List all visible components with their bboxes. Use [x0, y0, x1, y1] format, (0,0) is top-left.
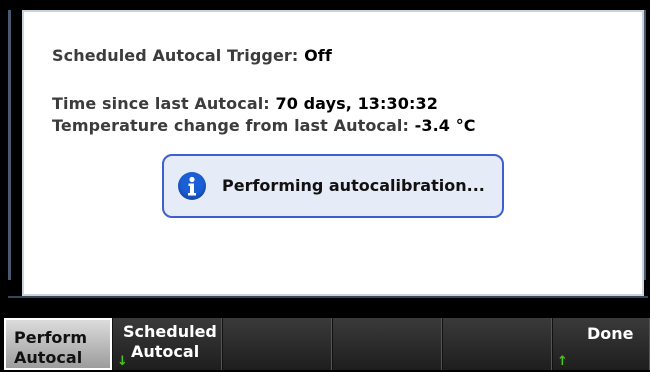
temperature-change-line: Temperature change from last Autocal: -3… [52, 116, 476, 135]
frame-bottom-edge [8, 296, 648, 298]
scheduled-trigger-label: Scheduled Autocal Trigger: [52, 46, 299, 65]
info-icon [178, 172, 206, 200]
time-since-line: Time since last Autocal: 70 days, 13:30:… [52, 94, 438, 113]
softkey-label-line2: Autocal [14, 348, 83, 367]
status-message-box: Performing autocalibration... [162, 154, 504, 218]
softkey-label-line1: Perform [14, 328, 87, 347]
frame-left-edge [8, 10, 11, 280]
temperature-change-value: -3.4 °C [414, 116, 476, 135]
scheduled-autocal-softkey[interactable]: Scheduled ↓ Autocal [112, 318, 222, 370]
time-since-value: 70 days, 13:30:32 [275, 94, 438, 113]
frame-right-edge [644, 10, 646, 280]
perform-autocal-softkey[interactable]: Perform Autocal [4, 318, 112, 370]
softkey-4[interactable] [332, 318, 442, 370]
time-since-label: Time since last Autocal: [52, 94, 270, 113]
softkey-bar: Perform Autocal Scheduled ↓ Autocal Done… [0, 318, 650, 370]
softkey-5[interactable] [442, 318, 552, 370]
back-up-arrow-icon: ↑ [557, 354, 568, 369]
status-message: Performing autocalibration... [222, 176, 485, 195]
softkey-label-line2: Autocal [131, 342, 200, 361]
autocal-dialog: Scheduled Autocal Trigger: Off Time sinc… [22, 10, 644, 296]
done-softkey[interactable]: Done ↑ [552, 318, 650, 370]
submenu-down-arrow-icon: ↓ [117, 354, 128, 369]
scheduled-trigger-value: Off [304, 46, 332, 65]
instrument-screen: Scheduled Autocal Trigger: Off Time sinc… [0, 0, 650, 370]
softkey-3[interactable] [222, 318, 332, 370]
softkey-label-line1: Scheduled [123, 322, 217, 341]
scheduled-trigger-line: Scheduled Autocal Trigger: Off [52, 46, 332, 65]
temperature-change-label: Temperature change from last Autocal: [52, 116, 409, 135]
done-label: Done [587, 324, 634, 343]
